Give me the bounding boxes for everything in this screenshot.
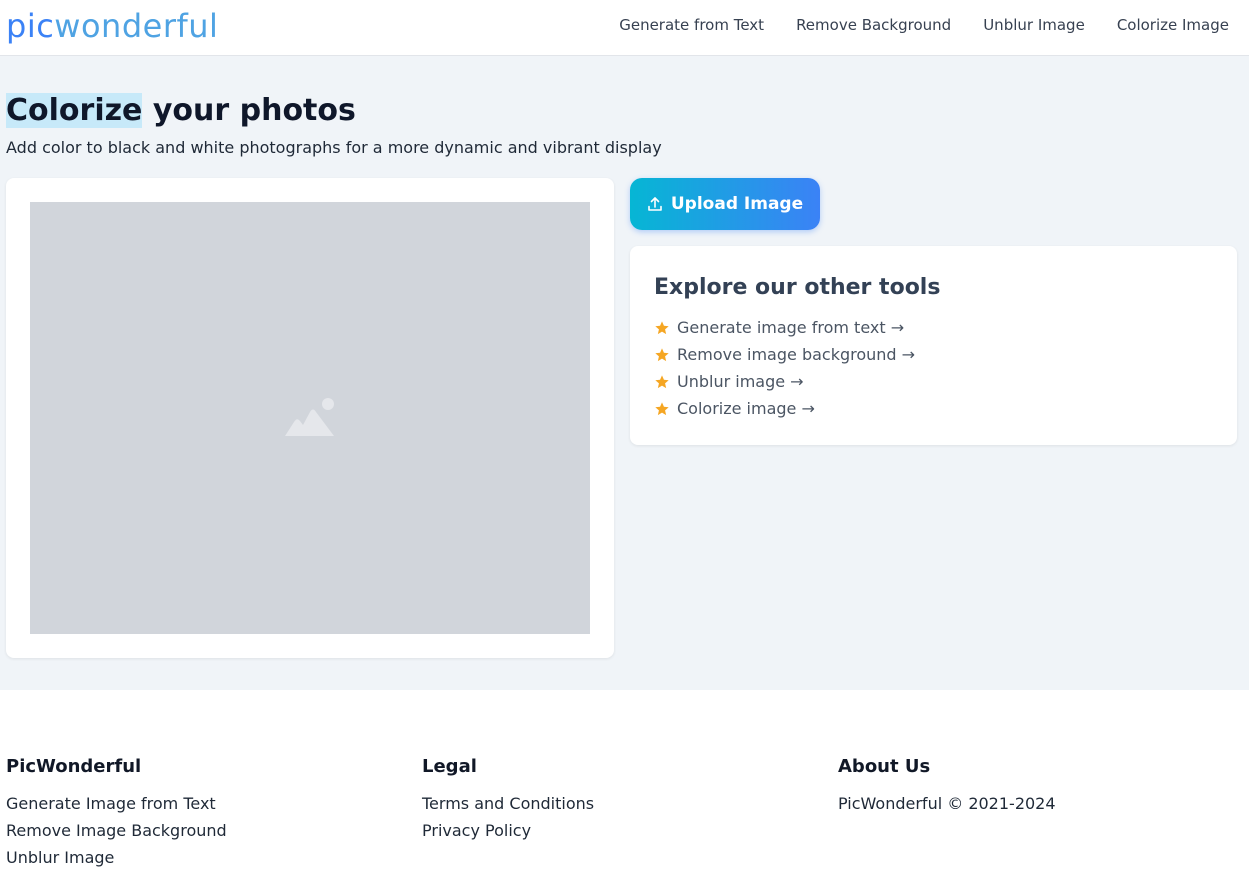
tool-link-unblur-image[interactable]: Unblur image → (654, 368, 915, 395)
top-navbar: picwonderful Generate from Text Remove B… (0, 0, 1249, 56)
page-title: Colorize your photos (6, 92, 356, 130)
tool-link-label: Generate image from text → (677, 318, 905, 337)
footer-link-terms[interactable]: Terms and Conditions (422, 794, 594, 813)
tool-link-generate-from-text[interactable]: Generate image from text → (654, 314, 915, 341)
footer-link-remove-background[interactable]: Remove Image Background (6, 821, 227, 840)
star-icon (655, 320, 669, 334)
star-icon (655, 374, 669, 388)
tool-link-colorize-image[interactable]: Colorize image → (654, 395, 915, 422)
nav-generate-from-text[interactable]: Generate from Text (619, 16, 764, 34)
tool-link-label: Remove image background → (677, 345, 916, 364)
main-nav: Generate from Text Remove Background Unb… (619, 0, 1229, 50)
tool-link-label: Unblur image → (677, 372, 804, 391)
logo-text-wonderful: wonderful (54, 7, 219, 45)
image-preview-card (6, 178, 614, 658)
tool-link-label: Colorize image → (677, 399, 815, 418)
star-icon (655, 401, 669, 415)
image-placeholder-icon (285, 398, 334, 436)
footer-col-legal: Legal Terms and Conditions Privacy Polic… (422, 756, 594, 844)
star-icon (655, 347, 669, 361)
upload-icon (648, 197, 662, 211)
footer-link-unblur-image[interactable]: Unblur Image (6, 848, 114, 867)
footer-col-about: About Us PicWonderful © 2021-2024 (838, 756, 1056, 817)
upload-button-label: Upload Image (670, 194, 804, 214)
title-highlight: Colorize (6, 93, 143, 128)
site-logo[interactable]: picwonderful (6, 6, 218, 46)
logo-text-pic: pic (6, 7, 55, 45)
footer-copyright: PicWonderful © 2021-2024 (838, 794, 1056, 813)
tool-link-remove-background[interactable]: Remove image background → (654, 341, 915, 368)
footer-heading: Legal (422, 756, 477, 777)
title-rest: your photos (142, 93, 356, 128)
footer-heading: PicWonderful (6, 756, 142, 777)
nav-unblur-image[interactable]: Unblur Image (983, 16, 1085, 34)
site-footer: PicWonderful Generate Image from Text Re… (0, 690, 1249, 867)
nav-remove-background[interactable]: Remove Background (796, 16, 951, 34)
footer-heading: About Us (838, 756, 931, 777)
other-tools-heading: Explore our other tools (654, 275, 941, 300)
upload-image-button[interactable]: Upload Image (630, 178, 820, 230)
nav-colorize-image[interactable]: Colorize Image (1117, 16, 1229, 34)
footer-link-generate-image[interactable]: Generate Image from Text (6, 794, 216, 813)
image-preview-area[interactable] (30, 202, 590, 634)
page-subtitle: Add color to black and white photographs… (6, 138, 662, 157)
other-tools-card: Explore our other tools Generate image f… (630, 246, 1237, 445)
footer-link-privacy[interactable]: Privacy Policy (422, 821, 531, 840)
main-content: Colorize your photos Add color to black … (0, 56, 1249, 690)
other-tools-list: Generate image from text → Remove image … (654, 314, 915, 422)
